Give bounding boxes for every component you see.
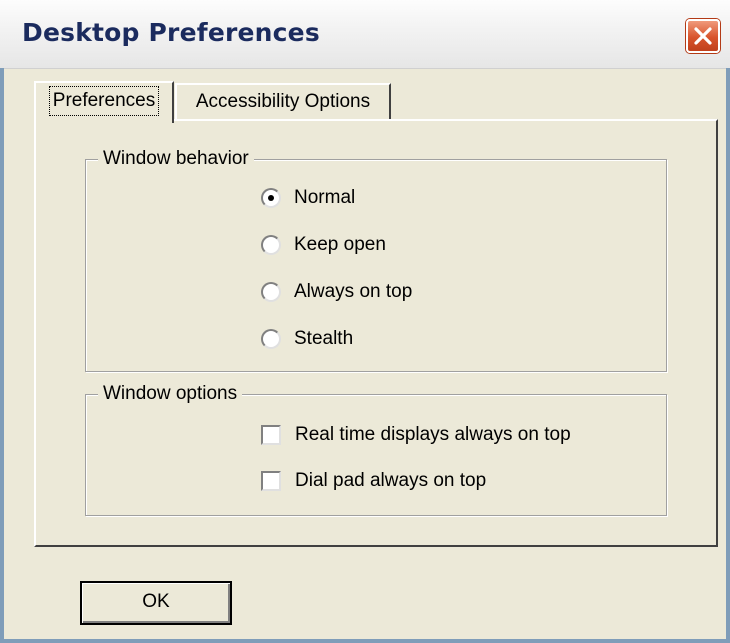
preferences-tab-panel: Window behavior Normal Keep open Always … (34, 119, 718, 547)
close-button[interactable] (686, 19, 720, 53)
tab-accessibility-options[interactable]: Accessibility Options (175, 83, 391, 119)
desktop-preferences-dialog: Desktop Preferences Preferences Accessib… (0, 0, 730, 643)
window-options-group: Window options Real time displays always… (85, 382, 667, 516)
radio-stealth-indicator[interactable] (261, 329, 281, 349)
window-border-left (0, 68, 4, 643)
ok-button[interactable]: OK (80, 581, 232, 625)
radio-keep-open-indicator[interactable] (261, 235, 281, 255)
radio-stealth[interactable]: Stealth (261, 326, 353, 352)
tab-accessibility-label: Accessibility Options (195, 91, 371, 112)
radio-normal[interactable]: Normal (261, 185, 355, 211)
radio-normal-label: Normal (294, 187, 356, 208)
radio-always-on-top-indicator[interactable] (261, 282, 281, 302)
radio-normal-indicator[interactable] (261, 188, 281, 208)
window-behavior-title: Window behavior (98, 147, 254, 171)
radio-selected-dot (268, 195, 274, 201)
title-bar[interactable]: Desktop Preferences (0, 0, 730, 69)
window-options-title: Window options (98, 382, 243, 406)
tab-preferences[interactable]: Preferences (34, 81, 174, 123)
checkbox-dial-pad[interactable]: Dial pad always on top (261, 468, 486, 494)
checkbox-dial-pad-label: Dial pad always on top (295, 470, 487, 491)
radio-always-on-top[interactable]: Always on top (261, 279, 412, 305)
window-behavior-group: Window behavior Normal Keep open Always … (85, 147, 667, 372)
window-title: Desktop Preferences (22, 18, 320, 47)
close-icon (694, 27, 712, 45)
radio-keep-open-label: Keep open (294, 234, 386, 255)
checkbox-real-time-displays[interactable]: Real time displays always on top (261, 422, 571, 448)
window-border-bottom (0, 639, 730, 643)
tab-preferences-label: Preferences (48, 86, 160, 116)
radio-stealth-label: Stealth (294, 328, 354, 349)
checkbox-dial-pad-box[interactable] (261, 471, 281, 491)
radio-keep-open[interactable]: Keep open (261, 232, 386, 258)
checkbox-real-time-displays-label: Real time displays always on top (295, 424, 571, 445)
window-border-right (726, 68, 730, 643)
radio-always-on-top-label: Always on top (294, 281, 413, 302)
checkbox-real-time-displays-box[interactable] (261, 425, 281, 445)
